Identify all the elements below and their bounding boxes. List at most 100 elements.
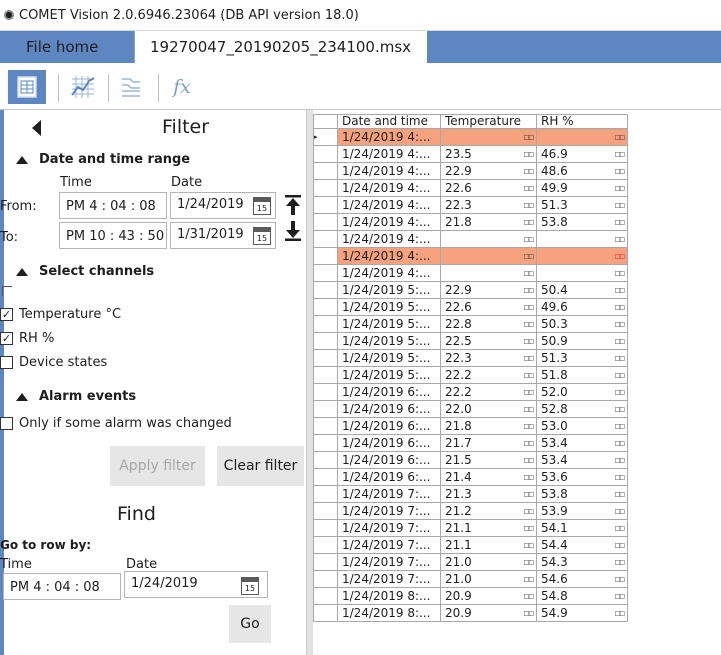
cell-temperature[interactable]: 22.2 □□ [440,383,537,401]
cell-temperature[interactable]: 22.5 □□ [440,332,537,350]
cell-date[interactable]: 1/24/2019 5:... [337,281,441,299]
cell-temperature[interactable]: 23.5 □□ [440,145,537,163]
table-row[interactable]: 1/24/2019 7:... 21.2 □□ 53.9 □□ [313,502,628,520]
cell-date[interactable]: 1/24/2019 5:... [337,366,441,384]
row-header[interactable] [313,264,338,282]
clear-filter-button[interactable]: Clear filter [217,446,304,486]
row-header[interactable] [313,179,338,197]
table-row[interactable]: 1/24/2019 5:... 22.8 □□ 50.3 □□ [313,315,628,333]
table-row[interactable]: ▸ 1/24/2019 4:... □□ □□ [313,128,628,146]
row-header[interactable] [313,315,338,333]
cell-temperature[interactable]: 21.0 □□ [440,570,537,588]
table-row[interactable]: 1/24/2019 6:... 22.0 □□ 52.8 □□ [313,400,628,418]
cell-date[interactable]: 1/24/2019 5:... [337,349,441,367]
cell-date[interactable]: 1/24/2019 4:... [337,247,441,265]
cell-date[interactable]: 1/24/2019 6:... [337,383,441,401]
row-header[interactable] [313,536,338,554]
cell-rh[interactable]: □□ [536,247,628,265]
table-row[interactable]: 1/24/2019 4:... 22.3 □□ 51.3 □□ [313,196,628,214]
to-date-input[interactable]: 1/31/2019 15 [170,222,276,249]
cell-rh[interactable]: 54.3 □□ [536,553,628,571]
table-row[interactable]: 1/24/2019 7:... 21.1 □□ 54.4 □□ [313,536,628,554]
from-time-input[interactable]: PM 4 : 04 : 08 [59,192,167,219]
table-row[interactable]: 1/24/2019 4:... 23.5 □□ 46.9 □□ [313,145,628,163]
table-view-button[interactable] [8,70,46,104]
to-time-input[interactable]: PM 10 : 43 : 50 [59,222,167,249]
row-header[interactable] [313,349,338,367]
cell-rh[interactable]: 54.8 □□ [536,587,628,605]
cell-date[interactable]: 1/24/2019 6:... [337,434,441,452]
apply-filter-button[interactable]: Apply filter [110,446,205,486]
cell-temperature[interactable]: 21.5 □□ [440,451,537,469]
row-header[interactable] [313,519,338,537]
cell-date[interactable]: 1/24/2019 4:... [337,213,441,231]
cell-date[interactable]: 1/24/2019 7:... [337,485,441,503]
table-row[interactable]: 1/24/2019 7:... 21.0 □□ 54.3 □□ [313,553,628,571]
channels-view-button[interactable] [112,70,150,104]
row-header[interactable] [313,366,338,384]
cell-rh[interactable]: 53.6 □□ [536,468,628,486]
cell-rh[interactable]: 51.8 □□ [536,366,628,384]
cell-temperature[interactable]: 21.4 □□ [440,468,537,486]
cell-date[interactable]: 1/24/2019 4:... [337,128,441,146]
row-header[interactable] [313,247,338,265]
cell-rh[interactable]: □□ [536,128,628,146]
table-row[interactable]: 1/24/2019 8:... 20.9 □□ 54.9 □□ [313,604,628,622]
row-header[interactable] [313,400,338,418]
cell-temperature[interactable]: 21.1 □□ [440,536,537,554]
row-header[interactable] [313,383,338,401]
table-row[interactable]: 1/24/2019 4:... 22.6 □□ 49.9 □□ [313,179,628,197]
calendar-icon[interactable]: 15 [253,197,271,215]
cell-rh[interactable]: 53.4 □□ [536,434,628,452]
cell-date[interactable]: 1/24/2019 7:... [337,502,441,520]
cell-rh[interactable]: 49.6 □□ [536,298,628,316]
cell-rh[interactable]: 52.8 □□ [536,400,628,418]
table-row[interactable]: 1/24/2019 6:... 21.8 □□ 53.0 □□ [313,417,628,435]
cell-rh[interactable]: 50.3 □□ [536,315,628,333]
cell-rh[interactable]: 50.4 □□ [536,281,628,299]
tab-open-file[interactable]: 19270047_20190205_234100.msx [135,31,427,63]
jump-to-start-icon[interactable] [284,194,302,216]
table-row[interactable]: 1/24/2019 4:... 21.8 □□ 53.8 □□ [313,213,628,231]
cell-rh[interactable]: 53.8 □□ [536,485,628,503]
cell-temperature[interactable]: 20.9 □□ [440,604,537,622]
cell-rh[interactable]: 48.6 □□ [536,162,628,180]
cell-rh[interactable]: 53.9 □□ [536,502,628,520]
row-header[interactable] [313,502,338,520]
cell-temperature[interactable]: 22.3 □□ [440,196,537,214]
row-header[interactable] [313,230,338,248]
cell-temperature[interactable]: □□ [440,264,537,282]
cell-rh[interactable]: 49.9 □□ [536,179,628,197]
row-header[interactable] [313,298,338,316]
table-row[interactable]: 1/24/2019 4:... □□ □□ [313,230,628,248]
table-row[interactable]: 1/24/2019 7:... 21.1 □□ 54.1 □□ [313,519,628,537]
cell-temperature[interactable]: 21.2 □□ [440,502,537,520]
channel-temperature-checkbox[interactable]: ✓ Temperature °C [0,307,121,322]
row-header[interactable] [313,196,338,214]
cell-temperature[interactable]: 21.8 □□ [440,213,537,231]
column-header-date[interactable]: Date and time [337,114,441,129]
cell-rh[interactable]: 53.8 □□ [536,213,628,231]
cell-temperature[interactable]: 20.9 □□ [440,587,537,605]
cell-temperature[interactable]: 21.8 □□ [440,417,537,435]
cell-date[interactable]: 1/24/2019 4:... [337,230,441,248]
row-header[interactable] [313,417,338,435]
go-button[interactable]: Go [229,605,271,643]
cell-date[interactable]: 1/24/2019 5:... [337,315,441,333]
cell-rh[interactable]: 54.6 □□ [536,570,628,588]
table-row[interactable]: 1/24/2019 6:... 21.5 □□ 53.4 □□ [313,451,628,469]
row-header[interactable] [313,468,338,486]
row-header[interactable] [313,587,338,605]
cell-temperature[interactable]: 22.8 □□ [440,315,537,333]
cell-date[interactable]: 1/24/2019 8:... [337,604,441,622]
row-header[interactable] [313,485,338,503]
cell-temperature[interactable]: 22.6 □□ [440,298,537,316]
row-header[interactable] [313,553,338,571]
row-header[interactable] [313,281,338,299]
select-all-channels-checkbox[interactable] [2,286,12,296]
cell-rh[interactable]: 54.1 □□ [536,519,628,537]
cell-date[interactable]: 1/24/2019 5:... [337,332,441,350]
table-row[interactable]: 1/24/2019 4:... 22.9 □□ 48.6 □□ [313,162,628,180]
column-header-rh[interactable]: RH % [536,114,628,129]
cell-date[interactable]: 1/24/2019 4:... [337,196,441,214]
